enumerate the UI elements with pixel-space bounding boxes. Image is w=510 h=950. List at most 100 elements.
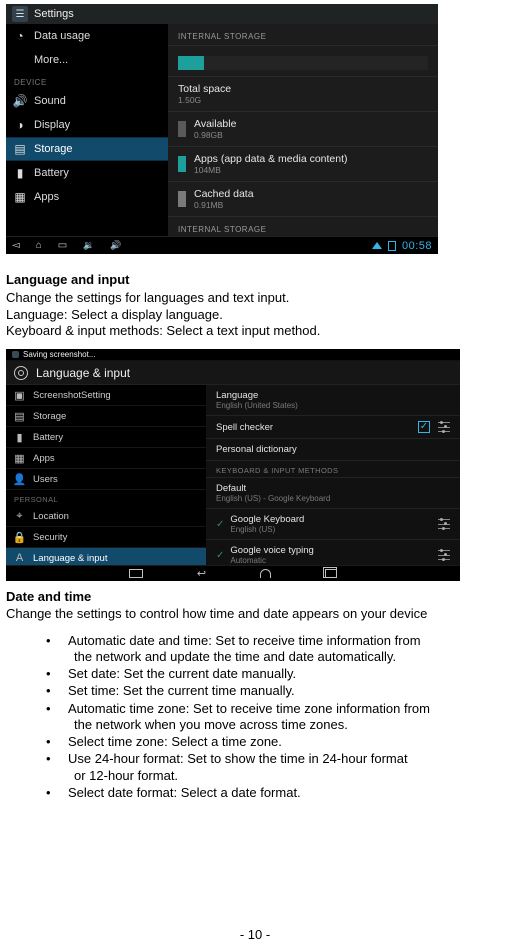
list-item: Automatic time zone: Set to receive time… (46, 701, 504, 734)
system-nav-bar: ↩ (6, 565, 460, 581)
sidebar-item-label: Battery (34, 167, 69, 179)
sidebar-item-screenshotsetting[interactable]: ▣ScreenshotSetting (6, 385, 206, 406)
section-title: Date and time (6, 589, 504, 605)
swatch-cached (178, 191, 186, 207)
list-item: Automatic date and time: Set to receive … (46, 633, 504, 666)
list-item: Select date format: Select a date format… (46, 785, 504, 801)
sidebar-section-device: DEVICE (6, 72, 168, 89)
language-input-section: Language and input Change the settings f… (6, 272, 504, 339)
row-title: Google voice typing (230, 545, 313, 556)
settings-sidebar: ◔ Data usage More... DEVICE 🔊 Sound ◑ Di… (6, 24, 168, 236)
clock-time: 00:58 (402, 240, 432, 252)
nav-extra-icon[interactable] (129, 569, 143, 578)
sidebar-item-battery[interactable]: ▮ Battery (6, 161, 168, 185)
sidebar-item-label: Users (33, 474, 58, 485)
sidebar-item-apps[interactable]: ▦ Apps (6, 185, 168, 209)
nav-recent-icon[interactable] (325, 569, 337, 578)
display-icon: ◑ (14, 119, 26, 131)
row-spell-checker[interactable]: Spell checker (206, 416, 460, 439)
stat-value: 0.91MB (194, 200, 254, 210)
users-icon: 👤 (14, 474, 25, 485)
apps-icon: ▦ (14, 453, 25, 464)
language-panel: LanguageEnglish (United States) Spell ch… (206, 385, 460, 565)
settings-sidebar: ▣ScreenshotSetting ▤Storage ▮Battery ▦Ap… (6, 385, 206, 565)
apps-icon: ▦ (14, 191, 26, 203)
bullet-text: Automatic time zone: Set to receive time… (68, 701, 430, 716)
swatch-apps (178, 156, 186, 172)
battery-icon: ▮ (14, 167, 26, 179)
stat-title: Cached data (194, 188, 254, 200)
row-language[interactable]: LanguageEnglish (United States) (206, 385, 460, 416)
row-google-keyboard[interactable]: ✓Google KeyboardEnglish (US) (206, 509, 460, 540)
stat-value: 1.50G (178, 95, 231, 105)
nav-back-icon[interactable]: ↩ (197, 567, 206, 580)
sidebar-item-storage[interactable]: ▤Storage (6, 406, 206, 427)
sidebar-item-more[interactable]: More... (6, 48, 168, 72)
row-subtitle: Automatic (230, 556, 313, 565)
settings-slider-icon[interactable] (438, 519, 450, 529)
panel-cat-keyboard: KEYBOARD & INPUT METHODS (206, 461, 460, 478)
row-title: Spell checker (216, 422, 273, 433)
storage-usage-bar (178, 56, 428, 70)
nav-home-icon[interactable]: ⌂ (36, 240, 42, 251)
spell-checkbox[interactable] (418, 421, 430, 433)
nav-back-icon[interactable]: ◅ (12, 240, 20, 251)
stat-title: Apps (app data & media content) (194, 153, 348, 165)
storage-available[interactable]: Available0.98GB (168, 111, 438, 146)
row-subtitle: English (US) (230, 525, 304, 534)
bullet-text: Use 24-hour format: Set to show the time… (68, 751, 408, 766)
row-subtitle: English (United States) (216, 401, 298, 410)
bullet-cont: or 12-hour format. (68, 768, 504, 784)
sidebar-item-storage[interactable]: ▤ Storage (6, 137, 168, 161)
settings-slider-icon[interactable] (438, 550, 450, 560)
row-title: Personal dictionary (216, 444, 297, 455)
storage-screenshot: ☰ Settings ◔ Data usage More... DEVICE 🔊… (6, 4, 438, 254)
sidebar-item-display[interactable]: ◑ Display (6, 113, 168, 137)
storage-cached[interactable]: Cached data0.91MB (168, 181, 438, 216)
language-icon: A (14, 553, 25, 564)
sidebar-item-label: Security (33, 532, 67, 543)
gear-icon (14, 366, 28, 380)
bullet-text: Set time: Set the current time manually. (68, 683, 295, 698)
battery-status-icon (388, 241, 396, 251)
row-personal-dictionary[interactable]: Personal dictionary (206, 439, 460, 461)
nav-vol-down-icon[interactable]: 🔉 (83, 240, 94, 251)
sidebar-item-data-usage[interactable]: ◔ Data usage (6, 24, 168, 48)
page-number: - 10 - (0, 927, 510, 942)
bullet-text: Set date: Set the current date manually. (68, 666, 296, 681)
location-icon: ⌖ (14, 511, 25, 522)
sidebar-item-label: Data usage (34, 30, 90, 42)
nav-home-icon[interactable] (260, 569, 271, 578)
sidebar-item-label: Language & input (33, 553, 107, 564)
nav-recent-icon[interactable]: ▭ (58, 240, 67, 251)
bullet-cont: the network and update the time and date… (68, 649, 504, 665)
sidebar-item-sound[interactable]: 🔊 Sound (6, 89, 168, 113)
status-notif-icon (12, 351, 19, 358)
sidebar-item-battery[interactable]: ▮Battery (6, 427, 206, 448)
header-title: Settings (34, 8, 74, 20)
status-clock: 00:58 (372, 240, 432, 252)
row-google-voice-typing[interactable]: ✓Google voice typingAutomatic (206, 540, 460, 565)
stat-value: 104MB (194, 165, 348, 175)
sidebar-item-label: Apps (34, 191, 59, 203)
sidebar-item-language-input[interactable]: A Language & input (6, 548, 206, 565)
bullet-text: Select date format: Select a date format… (68, 785, 301, 800)
sidebar-item-label: ScreenshotSetting (33, 390, 111, 401)
settings-slider-icon[interactable] (438, 422, 450, 432)
list-item: Use 24-hour format: Set to show the time… (46, 751, 504, 784)
row-subtitle: English (US) - Google Keyboard (216, 494, 330, 503)
row-default-keyboard[interactable]: DefaultEnglish (US) - Google Keyboard (206, 478, 460, 509)
bullet-list: Automatic date and time: Set to receive … (6, 633, 504, 802)
sidebar-item-apps[interactable]: ▦Apps (6, 448, 206, 469)
sidebar-item-security[interactable]: 🔒Security (6, 527, 206, 548)
sidebar-item-label: More... (34, 54, 68, 66)
signal-icon (372, 242, 382, 249)
nav-vol-up-icon[interactable]: 🔊 (110, 240, 121, 251)
sidebar-item-users[interactable]: 👤 Users (6, 469, 206, 490)
storage-apps[interactable]: Apps (app data & media content)104MB (168, 146, 438, 181)
bullet-text: Select time zone: Select a time zone. (68, 734, 282, 749)
row-title: Language (216, 390, 298, 401)
check-icon: ✓ (216, 519, 224, 530)
sidebar-item-location[interactable]: ⌖Location (6, 506, 206, 527)
storage-total[interactable]: Total space1.50G (168, 76, 438, 111)
